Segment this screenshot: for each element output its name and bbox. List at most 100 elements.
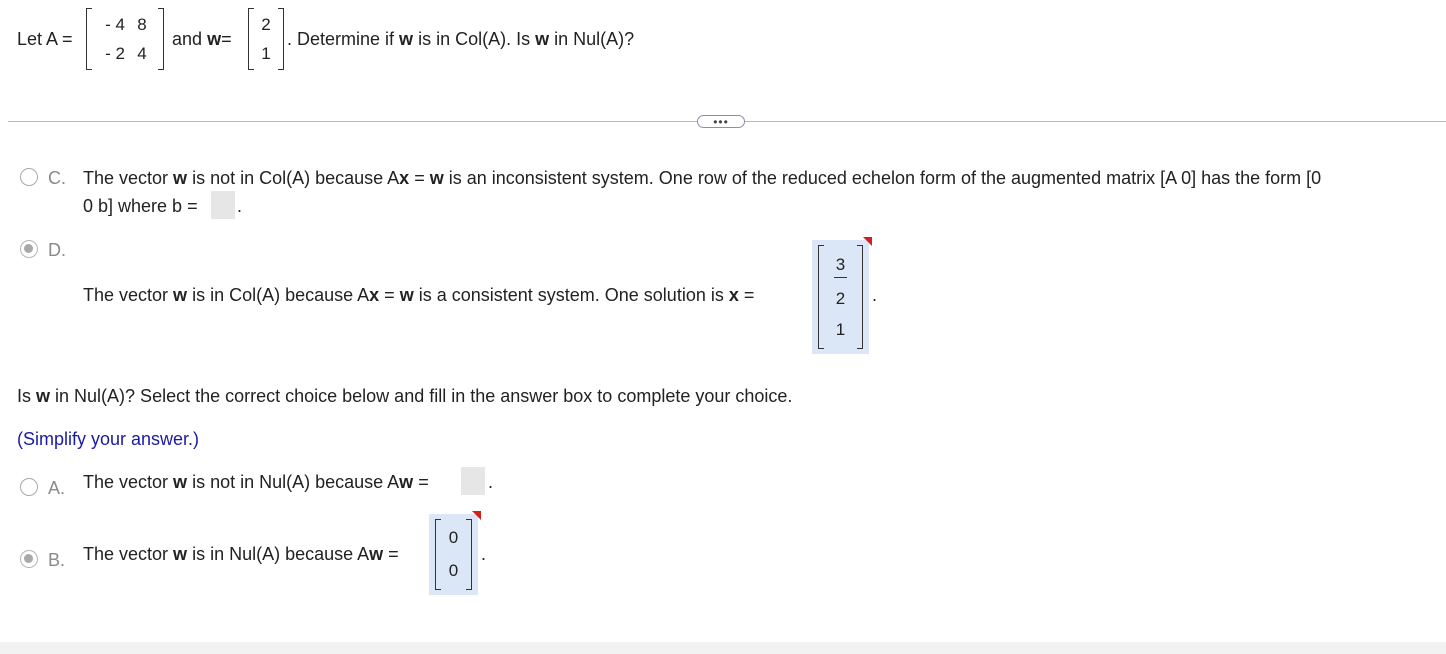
w-symbol: w [173,285,188,305]
solution-cell: 3 [833,255,848,278]
choice-d-text: The vector w is in Col(A) because Ax = w… [83,285,754,306]
choice-text: The vector [83,544,174,564]
matrix-a-row: - 2 4 [102,44,148,64]
w-symbol: w [173,168,188,188]
choice-text: = [738,285,755,305]
choice-text: is in Col(A) because A [187,285,370,305]
left-bracket [248,8,254,70]
choice-d-letter: D. [48,240,66,260]
expand-button[interactable]: ••• [697,115,745,128]
vector-w-cell: 2 [261,14,271,34]
choice-text: = [383,544,399,564]
w-symbol: w [173,472,188,492]
prompt-text: . Determine if [287,29,400,49]
choice-text: = [413,472,429,492]
ellipsis-icon: ••• [713,114,729,129]
matrix-a-cell: - 4 [105,14,125,34]
aw-result-vector: 0 0 [435,519,472,590]
aw-cell: 0 [448,528,459,548]
equals-sign: = [221,29,232,49]
matrix-a-cell: 4 [137,43,147,63]
aw-row: 0 [449,561,458,581]
aw-cell: 0 [448,560,459,580]
x-symbol: x [399,168,410,188]
x-symbol: x [728,285,739,305]
vector-w-row: 1 [261,44,270,64]
nul-question: Is w in Nul(A)? Select the correct choic… [17,386,792,407]
choice-text: is an inconsistent system. One row of th… [443,168,1322,188]
choice-text: is not in Nul(A) because A [187,472,400,492]
w-symbol: w [535,29,550,49]
vector-w-cell: 1 [261,43,271,63]
choice-text: = [379,285,400,305]
and-text: and [172,29,203,49]
period: . [237,196,243,216]
footer-bar [0,642,1446,654]
radio-choice-c[interactable] [20,168,38,186]
question-prompt: . Determine if w is in Col(A). Is w in N… [287,29,634,50]
matrix-a-cell: 8 [137,14,147,34]
b-answer-box[interactable] [211,191,235,219]
choice-text: is a consistent system. One solution is [413,285,729,305]
choice-c-line2: 0 b] where b = [83,196,198,216]
solution-cell: 2 [835,288,846,308]
let-a-label: Let A = [17,29,73,49]
left-bracket [818,245,824,349]
vector-w-row: 2 [261,15,270,35]
matrix-a: - 4 8 - 2 4 [86,8,164,70]
w-symbol: w [429,168,444,188]
period: . [481,544,487,564]
choice-a-text: The vector w is not in Nul(A) because Aw… [83,472,429,493]
matrix-a-cell: - 2 [105,43,125,63]
choice-text: The vector [83,472,174,492]
w-symbol: w [369,544,384,564]
radio-choice-d[interactable] [20,240,38,258]
solution-row: 1 [836,320,845,340]
choice-text: is not in Col(A) because A [187,168,400,188]
x-symbol: x [369,285,380,305]
solution-cell: 1 [835,319,846,339]
matrix-a-row: - 4 8 [102,15,148,35]
left-bracket [435,519,441,590]
aw-answer-box[interactable] [461,467,485,495]
choice-b-letter: B. [48,550,66,570]
flag-icon [863,237,872,246]
solution-vector: 3 2 1 [818,245,863,349]
choice-c-line1: The vector w is not in Col(A) because Ax… [83,168,1321,189]
radio-choice-b[interactable] [20,550,38,568]
choice-text: = [409,168,430,188]
w-symbol: w [207,29,222,49]
period: . [872,285,878,305]
aw-row: 0 [449,528,458,548]
choice-text: The vector [83,285,174,305]
simplify-hint: (Simplify your answer.) [17,429,200,449]
question-text: in Nul(A)? Select the correct choice bel… [50,386,793,406]
right-bracket [857,245,863,349]
left-bracket [86,8,92,70]
solution-row: 2 [836,289,845,309]
period: . [488,472,494,492]
w-symbol: w [399,472,414,492]
radio-choice-a[interactable] [20,478,38,496]
w-symbol: w [173,544,188,564]
right-bracket [278,8,284,70]
choice-text: The vector [83,168,174,188]
solution-answer-box[interactable]: 3 2 1 [812,237,872,354]
question-text: Is [17,386,37,406]
solution-row: 3 [833,255,848,278]
choice-text: is in Nul(A) because A [187,544,370,564]
right-bracket [158,8,164,70]
prompt-text: is in Col(A). Is [413,29,536,49]
choice-b-text: The vector w is in Nul(A) because Aw = [83,544,399,565]
right-bracket [466,519,472,590]
prompt-text: in Nul(A)? [549,29,635,49]
w-symbol: w [36,386,51,406]
choice-c-letter: C. [48,168,66,188]
w-symbol: w [399,285,414,305]
and-w-label: and w= [172,29,232,50]
choice-a-letter: A. [48,478,66,498]
vector-w: 2 1 [248,8,284,70]
flag-icon [472,511,481,520]
aw-result-box[interactable]: 0 0 [429,511,481,595]
w-symbol: w [399,29,414,49]
